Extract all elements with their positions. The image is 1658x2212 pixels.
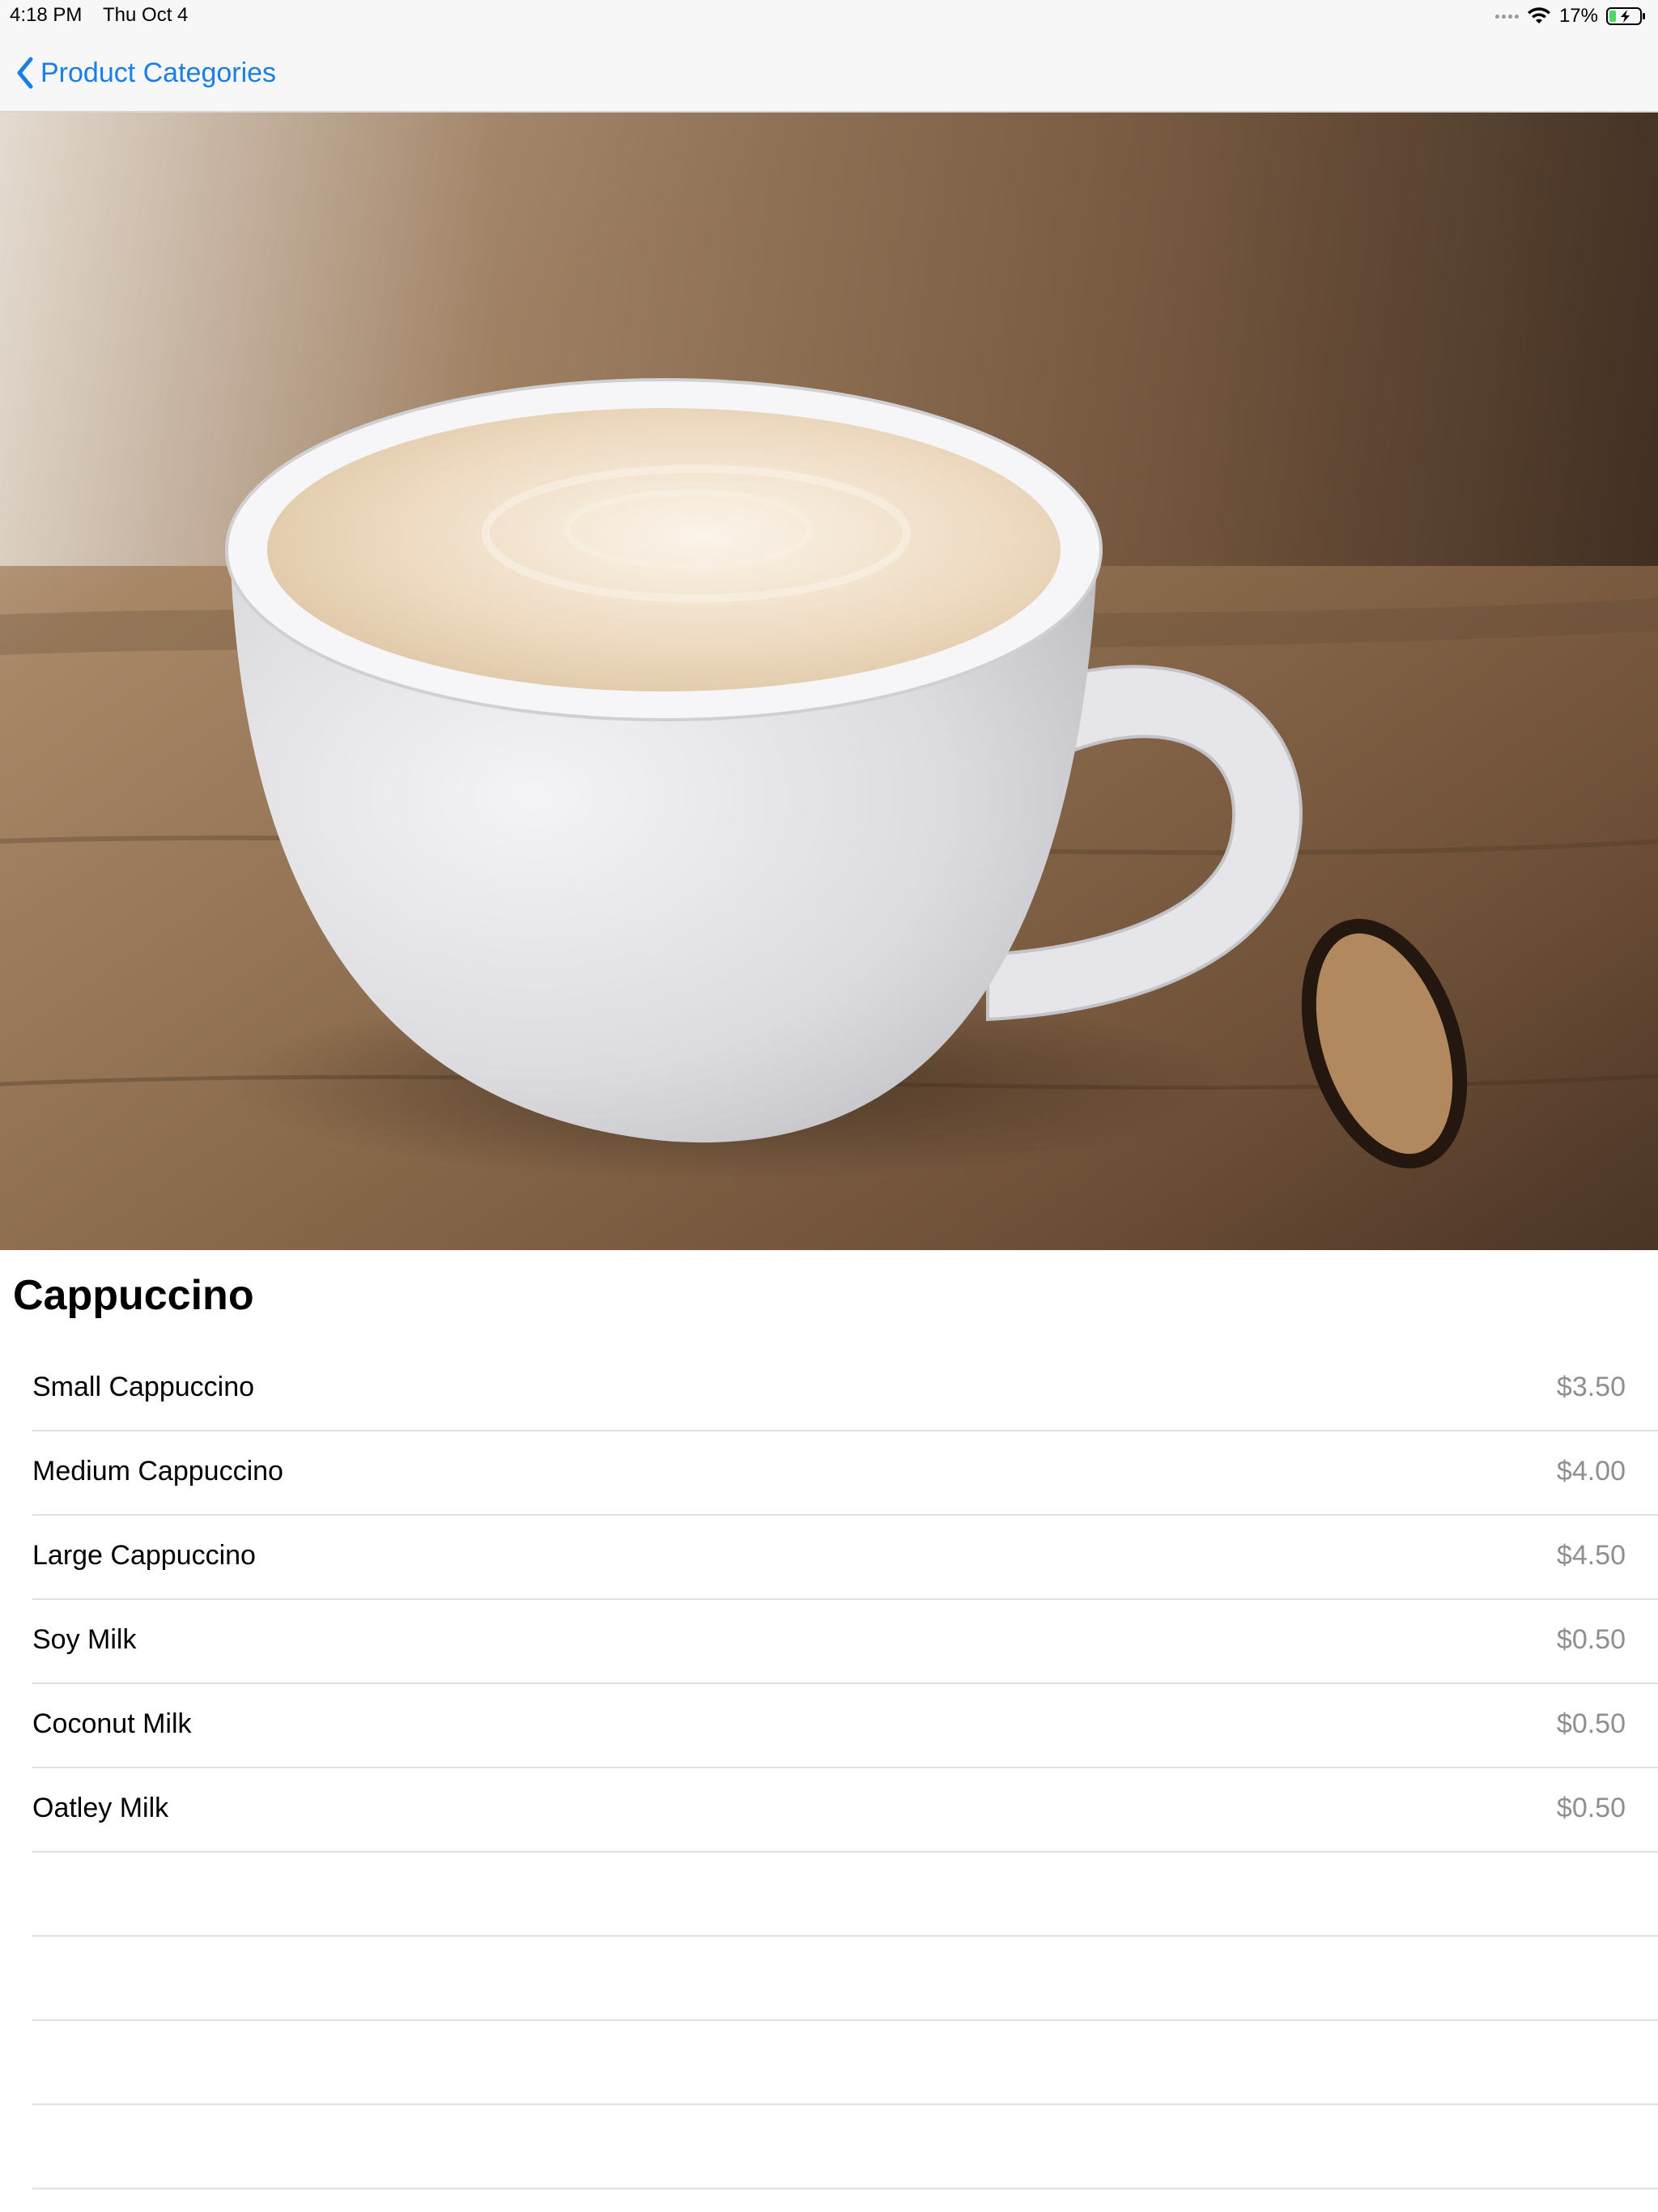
back-button[interactable]: Product Categories xyxy=(16,52,276,94)
cellular-signal-icon xyxy=(1494,14,1519,19)
status-time: 4:18 PM xyxy=(10,4,83,26)
item-price: $4.00 xyxy=(1556,1456,1626,1487)
product-image xyxy=(0,113,1658,1250)
chevron-left-icon xyxy=(17,57,33,89)
item-name: Coconut Milk xyxy=(32,1708,192,1739)
status-bar: 4:18 PM Thu Oct 4 17% xyxy=(0,0,1658,34)
item-name: Medium Cappuccino xyxy=(32,1456,283,1487)
battery-percent: 17% xyxy=(1558,5,1598,27)
item-name: Oatley Milk xyxy=(32,1793,169,1823)
table-row[interactable]: Oatley Milk $0.50 xyxy=(32,1768,1658,1853)
back-button-label: Product Categories xyxy=(40,57,277,88)
status-date: Thu Oct 4 xyxy=(103,4,189,26)
item-name: Large Cappuccino xyxy=(32,1540,256,1571)
table-row[interactable]: Soy Milk $0.50 xyxy=(32,1600,1658,1684)
navigation-bar: Product Categories xyxy=(0,34,1658,113)
empty-row xyxy=(32,1937,1658,2021)
table-row[interactable]: Medium Cappuccino $4.00 xyxy=(32,1431,1658,1516)
empty-row xyxy=(32,2105,1658,2189)
price-list: Small Cappuccino $3.50 Medium Cappuccino… xyxy=(32,1347,1658,2189)
item-price: $0.50 xyxy=(1556,1793,1626,1823)
coffee-cup-photo xyxy=(0,113,1658,1250)
battery-charging-icon xyxy=(1606,7,1645,25)
item-price: $4.50 xyxy=(1556,1540,1626,1571)
item-price: $0.50 xyxy=(1556,1708,1626,1739)
empty-row xyxy=(32,2021,1658,2105)
table-row[interactable]: Small Cappuccino $3.50 xyxy=(32,1347,1658,1431)
table-row[interactable]: Large Cappuccino $4.50 xyxy=(32,1516,1658,1600)
table-row[interactable]: Coconut Milk $0.50 xyxy=(32,1684,1658,1768)
item-name: Small Cappuccino xyxy=(32,1372,255,1402)
item-name: Soy Milk xyxy=(32,1624,137,1655)
item-price: $0.50 xyxy=(1556,1624,1626,1655)
wifi-icon xyxy=(1527,7,1550,23)
item-price: $3.50 xyxy=(1556,1372,1626,1402)
status-indicators: 17% xyxy=(1494,5,1647,28)
product-title: Cappuccino xyxy=(13,1272,254,1319)
empty-row xyxy=(32,1853,1658,1937)
